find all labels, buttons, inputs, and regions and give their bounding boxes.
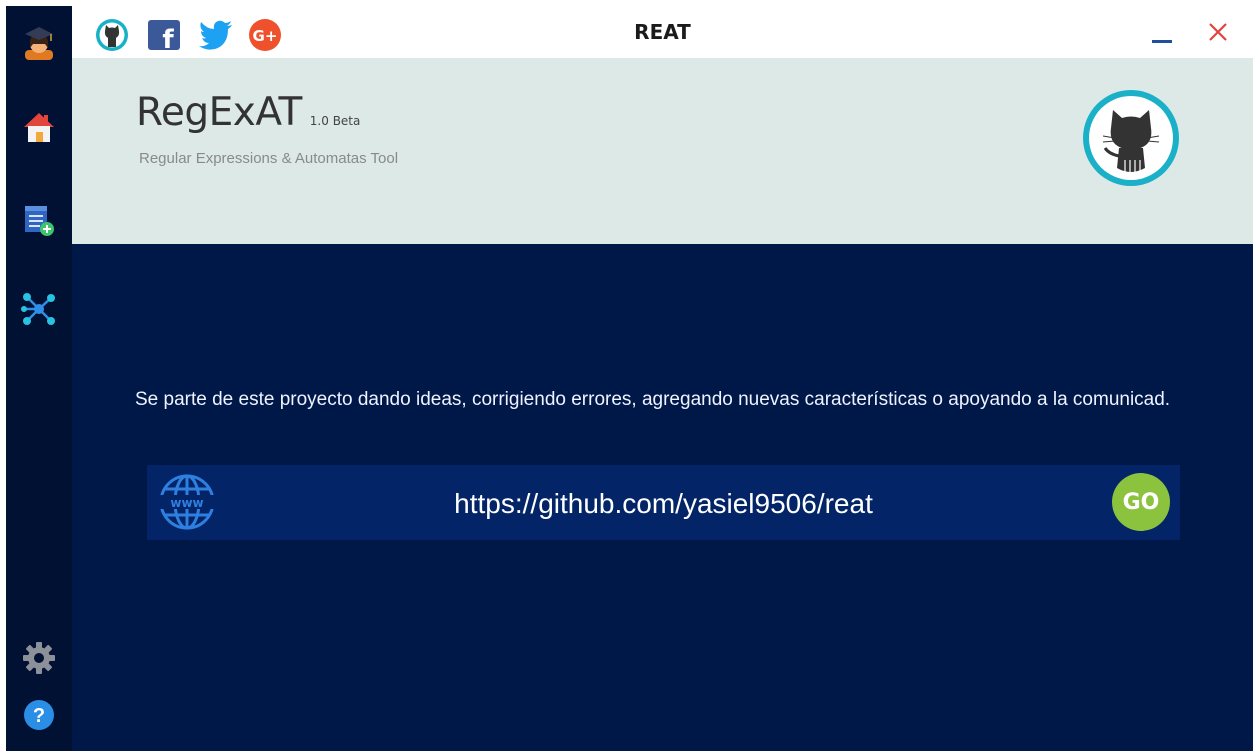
minimize-button[interactable] — [1144, 16, 1180, 48]
app-name-text: RegExAT — [136, 90, 302, 135]
gear-icon — [23, 642, 55, 674]
sidebar-item-settings[interactable] — [19, 638, 59, 678]
sidebar: ? — [6, 6, 72, 751]
sidebar-item-home[interactable] — [19, 107, 59, 147]
window-title: REAT — [634, 20, 691, 44]
github-logo-button[interactable] — [1081, 88, 1181, 188]
list-add-icon — [25, 206, 54, 236]
help-icon: ? — [24, 700, 54, 730]
app-header: RegExAT 1.0 Beta Regular Expressions & Au… — [72, 58, 1253, 244]
repo-url[interactable]: https://github.com/yasiel9506/reat — [147, 488, 1180, 520]
help-icon-label: ? — [33, 705, 45, 727]
title-bar[interactable]: f G+ REAT — [72, 6, 1253, 58]
close-icon — [1209, 23, 1227, 41]
go-button[interactable]: GO — [1112, 473, 1170, 531]
network-graph-icon — [21, 293, 55, 325]
graduate-avatar-icon — [25, 27, 53, 60]
minimize-icon — [1152, 40, 1172, 43]
main-area: f G+ REAT RegExAT 1.0 Beta Regular Expre… — [72, 6, 1253, 751]
app-version: 1.0 Beta — [309, 114, 361, 128]
github-octocat-icon — [1083, 90, 1179, 186]
app-window: ? f G+ REAT RegExAT 1.0 Beta Regular Exp… — [6, 6, 1253, 751]
close-button[interactable] — [1200, 16, 1236, 48]
sidebar-item-automata[interactable] — [19, 289, 59, 329]
repo-link-bar[interactable]: www https://github.com/yasiel9506/reat G… — [147, 465, 1180, 540]
project-description: Se parte de este proyecto dando ideas, c… — [135, 389, 1171, 410]
home-icon — [24, 113, 54, 142]
app-name: RegExAT 1.0 Beta — [136, 90, 360, 135]
sidebar-item-help[interactable]: ? — [19, 695, 59, 735]
content-area: Se parte de este proyecto dando ideas, c… — [72, 244, 1253, 751]
app-subtitle: Regular Expressions & Automatas Tool — [139, 150, 399, 167]
sidebar-item-new-list[interactable] — [19, 200, 59, 240]
sidebar-item-user[interactable] — [19, 22, 59, 62]
